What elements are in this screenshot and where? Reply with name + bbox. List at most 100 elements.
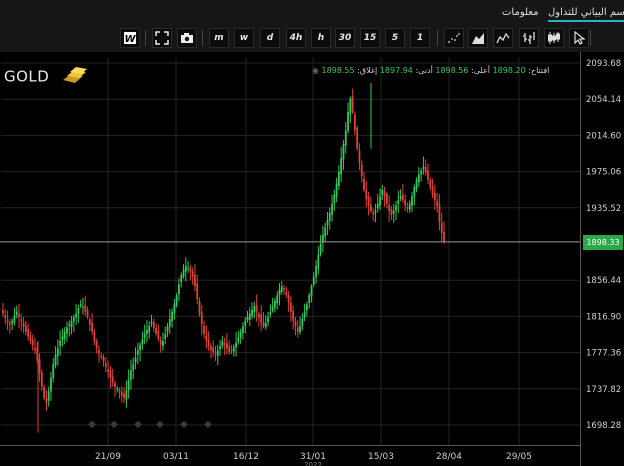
timeframe-weekly-label: w (239, 33, 249, 43)
candle-body (235, 342, 237, 348)
chart-type-area[interactable] (468, 28, 488, 48)
candle-body (200, 312, 203, 325)
candle-body (267, 317, 269, 323)
candle-body (59, 341, 62, 346)
chart-nav-icon[interactable]: ◆ (134, 419, 142, 430)
top-tab-bar: الرسم البياني للتداول معلومات (0, 0, 624, 26)
timeframe-1-label: 1 (416, 33, 424, 43)
timeframe-1[interactable]: 1 (410, 28, 430, 48)
candle-body (104, 363, 107, 367)
candle-body (164, 333, 167, 339)
candle-body (433, 192, 436, 201)
candle-body (13, 315, 16, 323)
candle-body (315, 265, 317, 277)
candle-body (93, 331, 96, 342)
fullscreen-icon (155, 31, 169, 45)
candle-body (120, 391, 123, 396)
candle-body (178, 284, 180, 294)
candle-body (88, 319, 91, 325)
candle-body (52, 363, 55, 378)
tab-trading-chart[interactable]: الرسم البياني للتداول (548, 7, 624, 22)
low-label: أدنى: (415, 66, 433, 75)
chart-type-ohlc[interactable] (519, 28, 539, 48)
candle-body (226, 343, 228, 349)
candle-body (171, 311, 173, 322)
candle-body (251, 309, 253, 317)
chart-toolbar: Wm w d 4h h 30 15 5 1 (0, 26, 624, 52)
chart-type-line[interactable] (493, 28, 513, 48)
candle-body (82, 306, 84, 308)
candle-body (109, 370, 112, 378)
candle-body (29, 336, 32, 342)
candle-body (86, 309, 89, 318)
timeframe-5[interactable]: 5 (385, 28, 405, 48)
candle-body (148, 326, 151, 333)
timeframe-monthly[interactable]: m (209, 28, 229, 48)
timeframe-1h-label: h (317, 33, 325, 43)
open-value: 1898.20 (492, 66, 526, 75)
candle-body (344, 130, 347, 146)
candle-body (223, 342, 226, 345)
candle-body (143, 333, 146, 338)
candle-body (379, 196, 381, 206)
candle-body (24, 325, 27, 332)
candle-body (159, 339, 162, 345)
chart-area[interactable]: 2093.68 2054.14 2014.60 1975.06 1935.52 1856.… (0, 52, 624, 466)
timeframe-4h[interactable]: 4h (286, 28, 306, 48)
pointer-tool[interactable] (569, 28, 589, 48)
candle-body (248, 313, 251, 320)
candle-body (152, 321, 155, 329)
candle-body (331, 203, 333, 215)
chart-nav-icon[interactable]: ◆ (88, 419, 96, 430)
candle-body (308, 295, 311, 303)
timeframe-weekly[interactable]: w (234, 28, 254, 48)
candle-body (91, 322, 94, 332)
timeframe-15[interactable]: 15 (360, 28, 380, 48)
x-tick-label: 16/12 (233, 452, 259, 462)
eye-icon[interactable]: ◉ (312, 66, 319, 75)
high-label: أعلى: (471, 66, 491, 75)
y-tick-label: 1935.52 (586, 204, 621, 214)
x-tick-label: 29/05 (506, 452, 532, 462)
candle-body (258, 313, 260, 318)
candle-body (198, 301, 201, 314)
candle-body (66, 327, 68, 334)
candle-body (269, 311, 272, 315)
candle-body (420, 170, 423, 175)
low-value: 1897.94 (379, 66, 413, 75)
candle-body (125, 390, 128, 400)
candle-body (276, 295, 279, 304)
y-tick-label: 1737.82 (586, 385, 621, 395)
fullscreen-button[interactable] (152, 28, 172, 48)
y-tick-label: 1698.28 (586, 421, 621, 431)
chart-nav-icon[interactable]: ◆ (110, 419, 118, 430)
timeframe-1h[interactable]: h (311, 28, 331, 48)
price-chart[interactable]: 2093.68 2054.14 2014.60 1975.06 1935.52 1856.… (0, 52, 624, 466)
candle-body (306, 304, 308, 311)
timeframe-30[interactable]: 30 (335, 28, 355, 48)
close-value: 1898.55 (321, 66, 355, 75)
chart-type-dots[interactable] (444, 28, 464, 48)
y-tick-label: 2054.14 (586, 95, 621, 105)
chart-type-candles[interactable] (544, 28, 564, 48)
symbol-label: GOLD (4, 66, 89, 88)
watchlist-button[interactable]: W (120, 28, 140, 48)
chart-nav-icon[interactable]: ◆ (156, 419, 164, 430)
candle-body (102, 356, 105, 362)
gold-bars-icon (61, 66, 89, 88)
candle-body (278, 289, 281, 296)
tab-info[interactable]: معلومات (502, 7, 538, 18)
candle-body (38, 358, 41, 374)
y-tick-label: 1856.44 (586, 276, 621, 286)
candle-body (292, 310, 295, 321)
candle-body (285, 291, 288, 296)
candle-body (383, 191, 386, 197)
chart-nav-icon[interactable]: ◆ (204, 419, 212, 430)
candle-body (429, 179, 432, 188)
candle-body (216, 350, 219, 356)
candle-body (385, 193, 388, 204)
timeframe-daily[interactable]: d (260, 28, 280, 48)
candle-body (301, 319, 304, 327)
chart-nav-icon[interactable]: ◆ (180, 419, 188, 430)
screenshot-button[interactable] (177, 28, 197, 48)
